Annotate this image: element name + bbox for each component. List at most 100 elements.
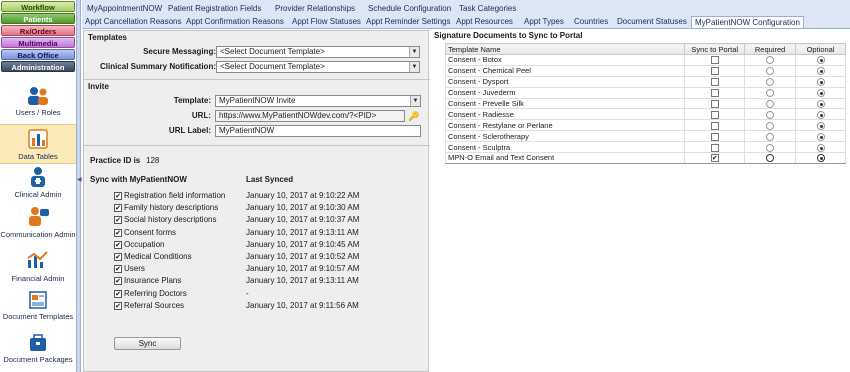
tab-appt-reminder-settings[interactable]: Appt Reminder Settings (366, 16, 451, 27)
required-radio[interactable] (766, 56, 775, 65)
sync-to-portal-checkbox[interactable]: ✔ (710, 154, 719, 163)
table-row[interactable]: MPN-O Email and Text Consent ✔ (444, 152, 846, 164)
nav-item-users-roles[interactable]: Users / Roles (0, 86, 76, 124)
required-radio[interactable] (766, 132, 775, 141)
optional-radio[interactable] (816, 121, 825, 130)
table-row[interactable]: Consent - Radiesse (444, 108, 846, 121)
tab-myappointmentnow[interactable]: MyAppointmentNOW (87, 3, 162, 14)
tab-appt-cancellation-reasons[interactable]: Appt Cancellation Reasons (85, 16, 182, 27)
chevron-down-icon[interactable]: ▼ (409, 62, 419, 72)
required-radio[interactable] (766, 78, 775, 87)
table-row[interactable]: Consent - Botox (444, 54, 846, 66)
optional-radio[interactable] (816, 89, 825, 98)
secure-messaging-select[interactable]: <Select Document Template> ▼ (216, 46, 420, 58)
table-row[interactable]: Consent - Juvederm (444, 86, 846, 99)
optional-cell (795, 75, 846, 88)
key-icon[interactable]: 🔑 (407, 110, 421, 122)
nav-tab-rx-orders[interactable]: Rx/Orders (1, 25, 75, 36)
sync-item-checkbox[interactable]: ✔ (114, 253, 122, 261)
required-radio[interactable] (766, 121, 775, 130)
required-radio[interactable] (766, 67, 775, 76)
optional-radio[interactable] (816, 67, 825, 76)
tab-appt-resources[interactable]: Appt Resources (456, 16, 513, 27)
nav-item-clinical-admin[interactable]: Clinical Admin (0, 166, 76, 204)
sync-to-portal-checkbox[interactable] (710, 121, 719, 130)
optional-radio[interactable] (816, 78, 825, 87)
chevron-down-icon[interactable]: ▼ (409, 47, 419, 57)
table-row[interactable]: Consent - Sclerotherapy (444, 130, 846, 143)
sync-to-portal-checkbox[interactable] (710, 78, 719, 87)
sync-button[interactable]: Sync (114, 337, 181, 350)
sync-to-portal-checkbox[interactable] (710, 110, 719, 119)
required-radio[interactable] (766, 100, 775, 109)
panel-splitter[interactable]: ◀ (77, 0, 82, 372)
sync-item-checkbox[interactable]: ✔ (114, 228, 122, 237)
optional-radio[interactable] (816, 154, 825, 163)
column-optional[interactable]: Optional (795, 43, 846, 55)
templates-heading: Templates (88, 33, 127, 42)
nav-tab-patients[interactable]: Patients (1, 13, 75, 24)
tab-strip: MyAppointmentNOW Patient Registration Fi… (82, 0, 850, 29)
table-row[interactable]: Consent - Dysport (444, 75, 846, 88)
nav-tab-administration[interactable]: Administration (1, 61, 75, 72)
sync-to-portal-checkbox[interactable] (710, 100, 719, 109)
column-sync-to-portal[interactable]: Sync to Portal (684, 43, 746, 55)
invite-template-select[interactable]: MyPatientNOW Invite ▼ (215, 95, 421, 107)
tab-appt-confirmation-reasons[interactable]: Appt Confirmation Reasons (186, 16, 284, 27)
nav-item-document-templates[interactable]: Document Templates (0, 290, 76, 330)
optional-radio[interactable] (816, 110, 825, 119)
table-row[interactable]: Consent - Prevelle Silk (444, 97, 846, 110)
required-radio[interactable] (766, 89, 775, 98)
nav-item-document-packages[interactable]: Document Packages (0, 333, 76, 372)
tab-appt-types[interactable]: Appt Types (524, 16, 564, 27)
nav-tab-workflow[interactable]: Workflow (1, 1, 75, 12)
template-name-cell: Consent - Juvederm (444, 86, 686, 99)
tab-task-categories[interactable]: Task Categories (459, 3, 516, 14)
optional-radio[interactable] (816, 143, 825, 152)
sync-item-checkbox[interactable]: ✔ (114, 192, 122, 200)
tab-mypatientnow-configuration[interactable]: MyPatientNOW Configuration (691, 16, 804, 28)
required-radio[interactable] (766, 143, 775, 152)
optional-radio[interactable] (816, 56, 825, 65)
tab-schedule-configuration[interactable]: Schedule Configuration (368, 3, 451, 14)
optional-radio[interactable] (816, 100, 825, 109)
sync-item-checkbox[interactable]: ✔ (114, 265, 122, 274)
nav-item-financial-admin[interactable]: Financial Admin (0, 250, 76, 288)
sync-to-portal-checkbox[interactable] (710, 132, 719, 141)
tab-appt-flow-statuses[interactable]: Appt Flow Statuses (292, 16, 361, 27)
sync-item-checkbox[interactable]: ✔ (114, 301, 122, 310)
required-radio[interactable] (766, 154, 775, 163)
sync-to-portal-checkbox[interactable] (710, 56, 719, 65)
nav-item-data-tables[interactable]: Data Tables (0, 124, 76, 164)
nav-item-communication-admin[interactable]: Communication Admin (0, 206, 76, 246)
nav-tab-back-office[interactable]: Back Office (1, 49, 75, 60)
tab-countries[interactable]: Countries (574, 16, 608, 27)
sync-item-last-synced: January 10, 2017 at 9:10:57 AM (246, 264, 360, 274)
column-required[interactable]: Required (744, 43, 797, 55)
sync-item-checkbox[interactable]: ✔ (114, 216, 122, 225)
optional-radio[interactable] (816, 132, 825, 141)
table-row[interactable]: Consent - Restylane or Perlane (444, 119, 846, 132)
table-row[interactable]: Consent - Chemical Peel (444, 64, 846, 77)
chevron-down-icon[interactable]: ▼ (410, 96, 420, 106)
required-radio[interactable] (766, 110, 775, 119)
tab-document-statuses[interactable]: Document Statuses (617, 16, 687, 27)
sync-item-checkbox[interactable]: ✔ (114, 289, 122, 298)
clinical-summary-select[interactable]: <Select Document Template> ▼ (216, 61, 420, 73)
sync-item-checkbox[interactable]: ✔ (114, 277, 122, 286)
collapse-arrow-icon[interactable]: ◀ (77, 176, 82, 183)
required-cell (744, 75, 797, 88)
sync-to-portal-checkbox[interactable] (710, 143, 719, 152)
tab-provider-relationships[interactable]: Provider Relationships (275, 3, 355, 14)
invite-url-field[interactable]: https://www.MyPatientNOWdev.com/?<PID> (215, 110, 405, 122)
sync-item-checkbox[interactable]: ✔ (114, 240, 122, 249)
column-template-name[interactable]: Template Name (444, 43, 686, 55)
invite-url-label-field[interactable]: MyPatientNOW (215, 125, 421, 137)
sync-to-portal-checkbox[interactable] (710, 89, 719, 98)
sync-to-portal-checkbox[interactable] (710, 67, 719, 76)
nav-tab-multimedia[interactable]: Multimedia (1, 37, 75, 48)
sync-item-checkbox[interactable]: ✔ (114, 204, 122, 213)
table-row[interactable]: Consent - Sculptra (444, 141, 846, 154)
sync-to-portal-cell (684, 75, 746, 88)
tab-patient-registration-fields[interactable]: Patient Registration Fields (168, 3, 261, 14)
